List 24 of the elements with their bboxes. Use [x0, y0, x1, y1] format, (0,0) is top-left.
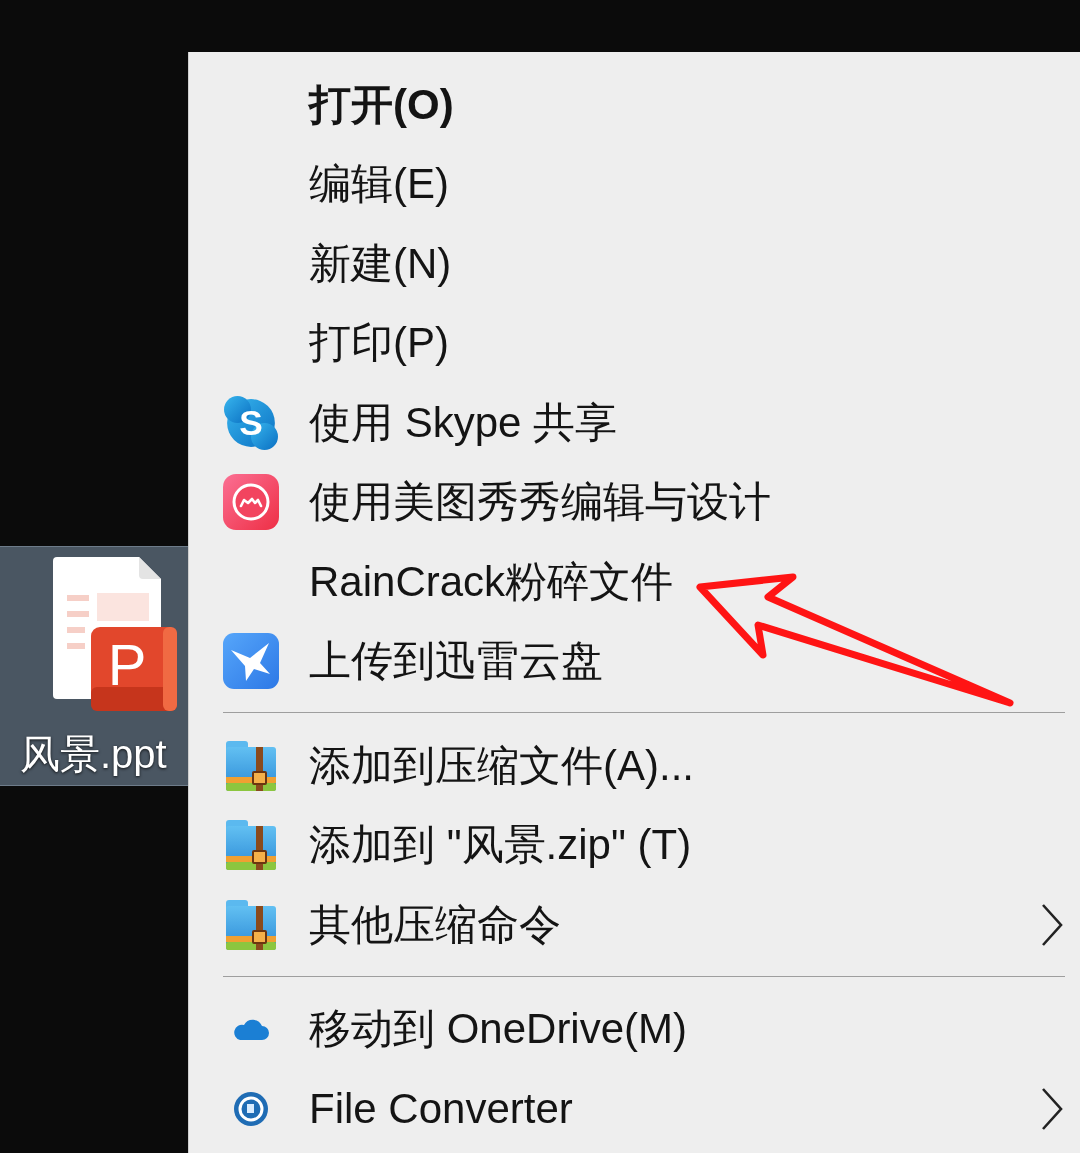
menu-item[interactable]: 打开(O) [189, 65, 1080, 145]
ring-logo-icon [223, 474, 279, 531]
menu-item[interactable]: File Converter [189, 1069, 1080, 1149]
menu-item[interactable]: 添加到 "风景.zip" (T) [189, 805, 1080, 885]
menu-item[interactable]: 上传到迅雷云盘 [189, 621, 1080, 701]
menu-item[interactable]: 编辑(E) [189, 144, 1080, 224]
desktop-file-item[interactable]: P 风景.ppt [0, 546, 188, 786]
bird-logo-icon [223, 633, 279, 690]
menu-item[interactable]: RainCrack粉碎文件 [189, 542, 1080, 622]
zip-folder-icon [226, 740, 276, 791]
zip-folder-icon [226, 820, 276, 871]
menu-item[interactable]: S 使用 Skype 共享 [189, 383, 1080, 463]
disc-logo-icon [234, 1091, 268, 1126]
menu-item[interactable]: 移动到 OneDrive(M) [189, 989, 1080, 1069]
zip-folder-icon [226, 899, 276, 950]
menu-item[interactable]: 打印(P) [189, 303, 1080, 383]
chevron-right-icon [1040, 1086, 1064, 1131]
menu-item[interactable]: 其他压缩命令 [189, 885, 1080, 965]
letter-logo-icon: S [224, 395, 278, 450]
chevron-right-icon [1040, 902, 1064, 947]
menu-item[interactable]: 添加到压缩文件(A)... [189, 726, 1080, 806]
cloud-icon [233, 1018, 269, 1041]
menu-item[interactable]: 新建(N) [189, 224, 1080, 304]
menu-item[interactable]: 使用美图秀秀编辑与设计 [189, 462, 1080, 542]
